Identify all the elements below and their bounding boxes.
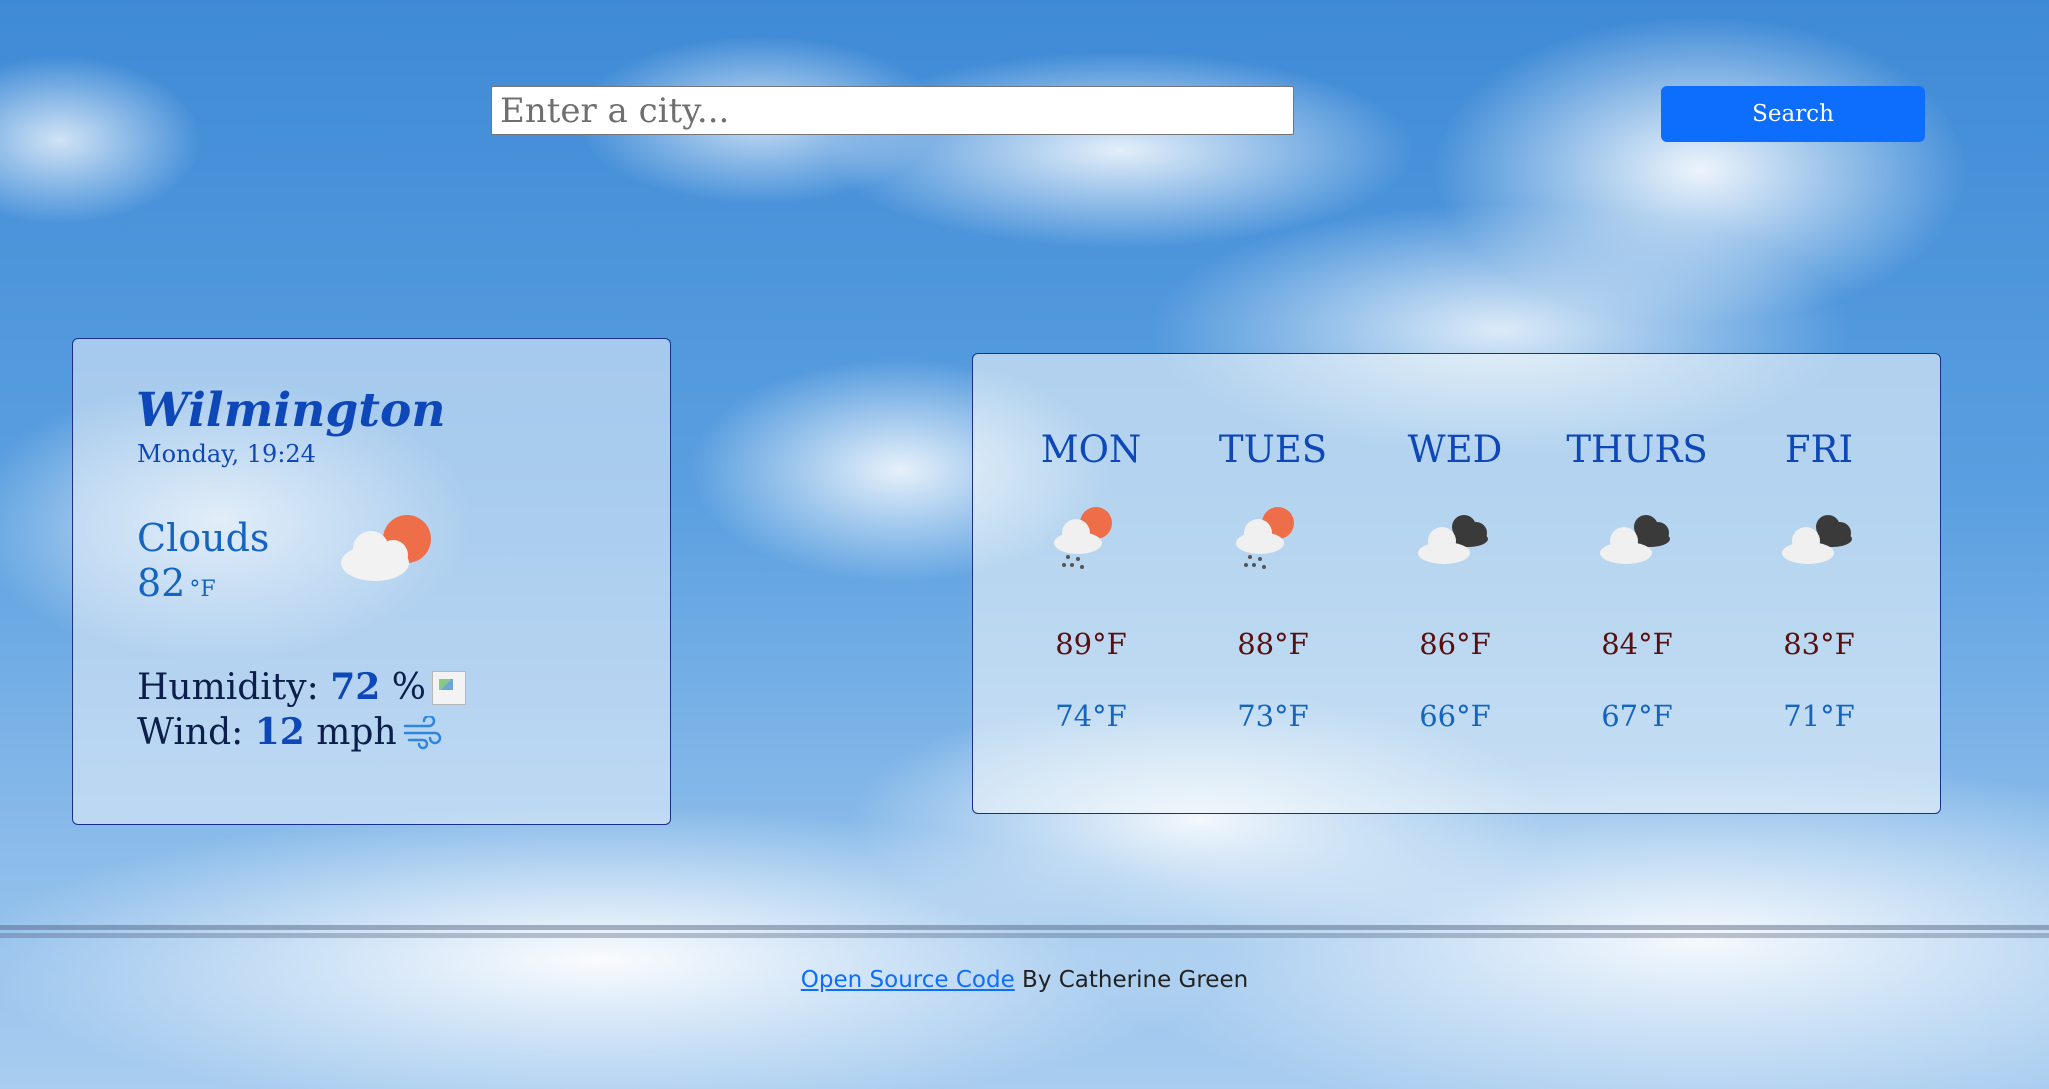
source-code-link[interactable]: Open Source Code — [801, 967, 1015, 993]
search-button[interactable]: Search — [1661, 86, 1925, 142]
overcast-clouds-icon — [1782, 515, 1852, 564]
footer: Open Source Code By Catherine Green — [0, 967, 2049, 993]
forecast-day-label: THURS — [1566, 428, 1708, 471]
rain-day-icon — [1236, 507, 1294, 569]
forecast-high: 86°F — [1419, 627, 1491, 661]
footer-divider — [0, 925, 2049, 930]
humidity-unit: % — [391, 667, 426, 708]
overcast-clouds-icon — [1418, 515, 1488, 564]
temperature-value: 82 — [137, 561, 186, 605]
five-day-forecast: MON 89°F 74°F TUES 88°F 73°F WED 86°F 66… — [972, 353, 1941, 814]
city-name: Wilmington — [136, 383, 446, 438]
humidity-row: Humidity: 72 % — [137, 666, 466, 708]
forecast-low: 74°F — [1055, 699, 1127, 733]
forecast-low: 66°F — [1419, 699, 1491, 733]
current-temperature: 82 °F — [137, 561, 216, 605]
forecast-day-label: WED — [1407, 428, 1503, 471]
wind-label: Wind: — [137, 712, 244, 753]
humidity-icon — [431, 671, 466, 705]
forecast-high: 84°F — [1601, 627, 1673, 661]
current-weather-card: Wilmington Monday, 19:24 Clouds 82 °F Hum… — [72, 338, 671, 825]
humidity-label: Humidity: — [137, 667, 319, 708]
footer-divider — [0, 933, 2049, 938]
forecast-high: 89°F — [1055, 627, 1127, 661]
weather-condition: Clouds — [137, 516, 270, 560]
forecast-day: THURS 84°F 67°F — [1557, 354, 1717, 813]
wind-unit: mph — [316, 712, 397, 753]
forecast-day-label: TUES — [1218, 428, 1328, 471]
forecast-low: 67°F — [1601, 699, 1673, 733]
wind-row: Wind: 12 mph — [137, 711, 443, 753]
city-search-input[interactable] — [491, 86, 1294, 135]
wind-icon — [403, 716, 441, 750]
forecast-low: 71°F — [1783, 699, 1855, 733]
forecast-day: WED 86°F 66°F — [1375, 354, 1535, 813]
forecast-day: MON 89°F 74°F — [1011, 354, 1171, 813]
temperature-unit: °F — [189, 577, 216, 602]
wind-value: 12 — [254, 711, 305, 753]
author-credit: By Catherine Green — [1022, 967, 1249, 993]
forecast-high: 88°F — [1237, 627, 1309, 661]
search-form: Search — [0, 86, 2049, 144]
partly-cloudy-day-icon — [341, 515, 431, 581]
humidity-value: 72 — [330, 666, 381, 708]
forecast-day: FRI 83°F 71°F — [1739, 354, 1899, 813]
forecast-day-label: MON — [1040, 428, 1142, 471]
forecast-day: TUES 88°F 73°F — [1193, 354, 1353, 813]
forecast-high: 83°F — [1783, 627, 1855, 661]
rain-day-icon — [1054, 507, 1112, 569]
overcast-clouds-icon — [1600, 515, 1670, 564]
forecast-low: 73°F — [1237, 699, 1309, 733]
current-datetime: Monday, 19:24 — [137, 440, 316, 468]
forecast-day-label: FRI — [1784, 428, 1854, 471]
